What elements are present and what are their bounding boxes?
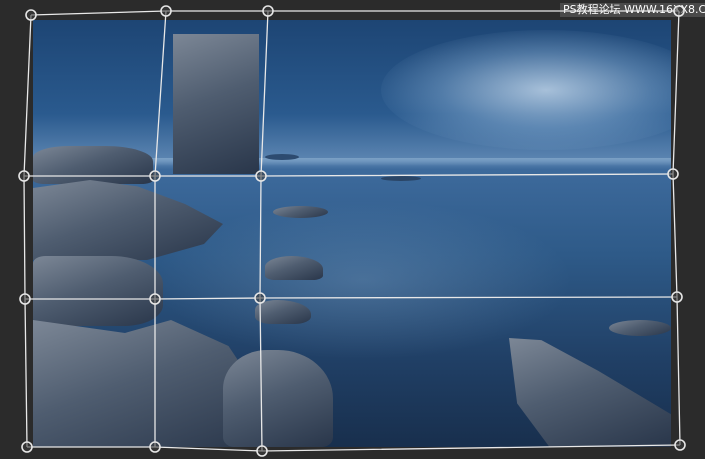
warp-handle-right-2[interactable] (671, 291, 683, 303)
warp-border-left[interactable] (23, 14, 32, 448)
warp-handle-left-2[interactable] (19, 293, 31, 305)
warp-handle-bottom-2[interactable] (256, 445, 268, 457)
canvas-workspace[interactable]: PS教程论坛 WWW.16XX8.COM (0, 0, 705, 459)
warp-handle-top-2[interactable] (262, 5, 274, 17)
warp-handle-bottom-left[interactable] (21, 441, 33, 453)
warp-handle-bottom-right[interactable] (674, 439, 686, 451)
warp-handle-left-1[interactable] (18, 170, 30, 182)
warp-handle-top-right[interactable] (673, 5, 685, 17)
warp-border-bottom[interactable] (27, 444, 681, 452)
warp-handle-top-left[interactable] (25, 9, 37, 21)
warp-row-line-1[interactable] (24, 173, 674, 177)
warp-handle-inner-2-1[interactable] (149, 293, 161, 305)
warp-row-line-2[interactable] (25, 296, 678, 300)
warp-handle-right-1[interactable] (667, 168, 679, 180)
warp-grid-overlay[interactable] (0, 0, 705, 459)
warp-handle-bottom-1[interactable] (149, 441, 161, 453)
warp-handle-inner-1-2[interactable] (255, 170, 267, 182)
warp-column-line-2[interactable] (259, 10, 269, 452)
warp-handle-inner-2-2[interactable] (254, 292, 266, 304)
warp-border-right[interactable] (672, 10, 681, 446)
warp-border-top[interactable] (30, 10, 679, 16)
warp-handle-inner-1-1[interactable] (149, 170, 161, 182)
warp-handle-top-1[interactable] (160, 5, 172, 17)
warp-column-line-1[interactable] (154, 10, 167, 447)
